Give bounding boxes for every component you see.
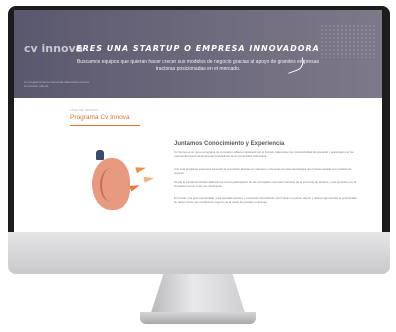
section-underline: [70, 125, 140, 126]
content-paragraph-4: En Guiski, una gran oportunidad, para aq…: [174, 196, 357, 204]
content-paragraph-2: Con este programa queremos fomentar la i…: [174, 167, 352, 175]
content-paragraph-3: Desde la Ciudad de Dubai colaboramos con…: [174, 180, 357, 188]
head-outline: [100, 168, 122, 202]
monitor-stand: [150, 274, 246, 316]
content-title: Juntamos Conocimiento y Experiencia: [174, 141, 285, 147]
hero-banner: cv innova Un programa de la Comunitat Va…: [14, 10, 382, 98]
section-title: Programa Cv Innova: [70, 114, 130, 121]
content-paragraph-1: Cv Innova es un nuevo programa de innova…: [174, 150, 354, 158]
hero-title: ERES UNA STARTUP O EMPRESA INNOVADORA: [76, 44, 320, 53]
paper-plane-icon: [143, 175, 155, 183]
imac-mockup: cv innova Un programa de la Comunitat Va…: [0, 0, 396, 332]
section-eyebrow: LÍNEA DE NEGOCIO: [70, 108, 99, 112]
monitor-foot: [140, 312, 256, 324]
hero-side-text: Un programa de la Comunitat Valenciana p…: [24, 80, 89, 88]
paper-plane-icon: [129, 182, 141, 192]
paper-plane-icon: [135, 164, 147, 174]
innovation-illustration: [86, 146, 164, 218]
monitor-screen: cv innova Un programa de la Comunitat Va…: [14, 10, 382, 235]
monitor-chin: [8, 232, 390, 274]
person-icon: [96, 150, 104, 160]
